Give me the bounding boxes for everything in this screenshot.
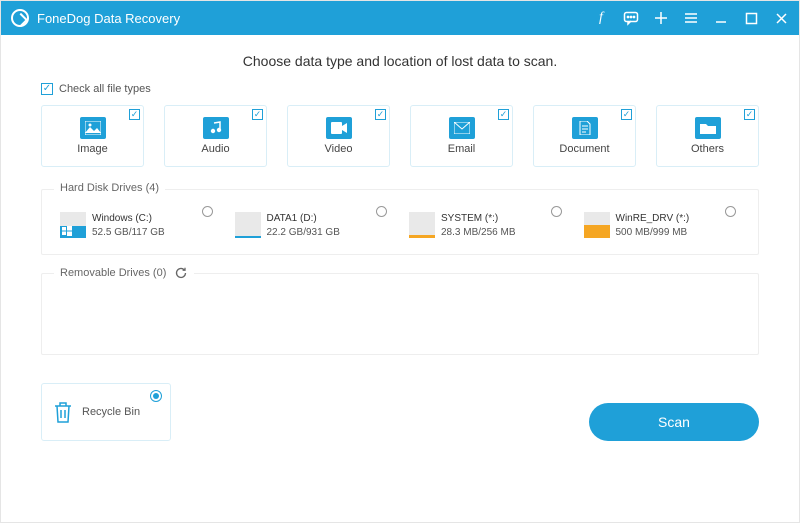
close-icon[interactable] [773,10,789,26]
refresh-icon[interactable] [174,266,188,280]
trash-icon [52,400,74,424]
type-label: Others [691,143,724,155]
radio-icon [551,206,562,217]
hdd-legend: Hard Disk Drives (4) [54,182,165,194]
drive-icon [584,212,610,238]
removable-legend: Removable Drives (0) [60,267,166,279]
type-label: Document [559,143,609,155]
radio-selected-icon [150,390,162,402]
app-logo-icon [11,9,29,27]
plus-icon[interactable] [653,10,669,26]
image-icon [80,117,106,139]
file-type-grid: ✓ Image ✓ Audio ✓ Video ✓ Email ✓ Document ✓ Others [41,105,759,167]
drive-name: WinRE_DRV (*:) [616,212,690,226]
checkbox-icon: ✓ [129,109,140,120]
type-card-document[interactable]: ✓ Document [533,105,636,167]
recycle-label: Recycle Bin [82,406,140,418]
drive-name: Windows (C:) [92,212,165,226]
drive-item[interactable]: SYSTEM (*:)28.3 MB/256 MB [405,206,570,244]
checkbox-icon: ✓ [375,109,386,120]
scan-button[interactable]: Scan [589,403,759,441]
drive-name: SYSTEM (*:) [441,212,515,226]
checkbox-icon: ✓ [744,109,755,120]
email-icon [449,117,475,139]
type-label: Video [325,143,353,155]
minimize-icon[interactable] [713,10,729,26]
page-headline: Choose data type and location of lost da… [41,53,759,69]
drive-item[interactable]: DATA1 (D:)22.2 GB/931 GB [231,206,396,244]
type-label: Image [77,143,108,155]
radio-icon [725,206,736,217]
drive-item[interactable]: WinRE_DRV (*:)500 MB/999 MB [580,206,745,244]
check-all-toggle[interactable]: ✓ Check all file types [41,83,759,95]
facebook-icon[interactable]: f [593,10,609,26]
checkbox-icon: ✓ [252,109,263,120]
app-title: FoneDog Data Recovery [37,11,180,26]
type-card-email[interactable]: ✓ Email [410,105,513,167]
drive-name: DATA1 (D:) [267,212,340,226]
audio-icon [203,117,229,139]
radio-icon [202,206,213,217]
drive-size: 22.2 GB/931 GB [267,226,340,240]
drive-size: 500 MB/999 MB [616,226,690,240]
drive-icon [409,212,435,238]
checkbox-icon: ✓ [621,109,632,120]
document-icon [572,117,598,139]
checkbox-icon: ✓ [498,109,509,120]
feedback-icon[interactable] [623,10,639,26]
hdd-drive-list: Windows (C:)52.5 GB/117 GB DATA1 (D:)22.2… [56,206,744,244]
type-card-audio[interactable]: ✓ Audio [164,105,267,167]
video-icon [326,117,352,139]
checkbox-icon: ✓ [41,83,53,95]
menu-icon[interactable] [683,10,699,26]
type-card-image[interactable]: ✓ Image [41,105,144,167]
check-all-label: Check all file types [59,83,151,95]
recycle-bin-card[interactable]: Recycle Bin [41,383,171,441]
type-label: Email [448,143,476,155]
hard-disk-section: Hard Disk Drives (4) Windows (C:)52.5 GB… [41,189,759,255]
type-card-video[interactable]: ✓ Video [287,105,390,167]
drive-size: 52.5 GB/117 GB [92,226,165,240]
maximize-icon[interactable] [743,10,759,26]
removable-body [56,290,744,344]
drive-item[interactable]: Windows (C:)52.5 GB/117 GB [56,206,221,244]
radio-icon [376,206,387,217]
others-icon [695,117,721,139]
titlebar: FoneDog Data Recovery f [1,1,799,35]
drive-icon [235,212,261,238]
type-label: Audio [201,143,229,155]
drive-icon [60,212,86,238]
removable-section: Removable Drives (0) [41,273,759,355]
type-card-others[interactable]: ✓ Others [656,105,759,167]
drive-size: 28.3 MB/256 MB [441,226,515,240]
